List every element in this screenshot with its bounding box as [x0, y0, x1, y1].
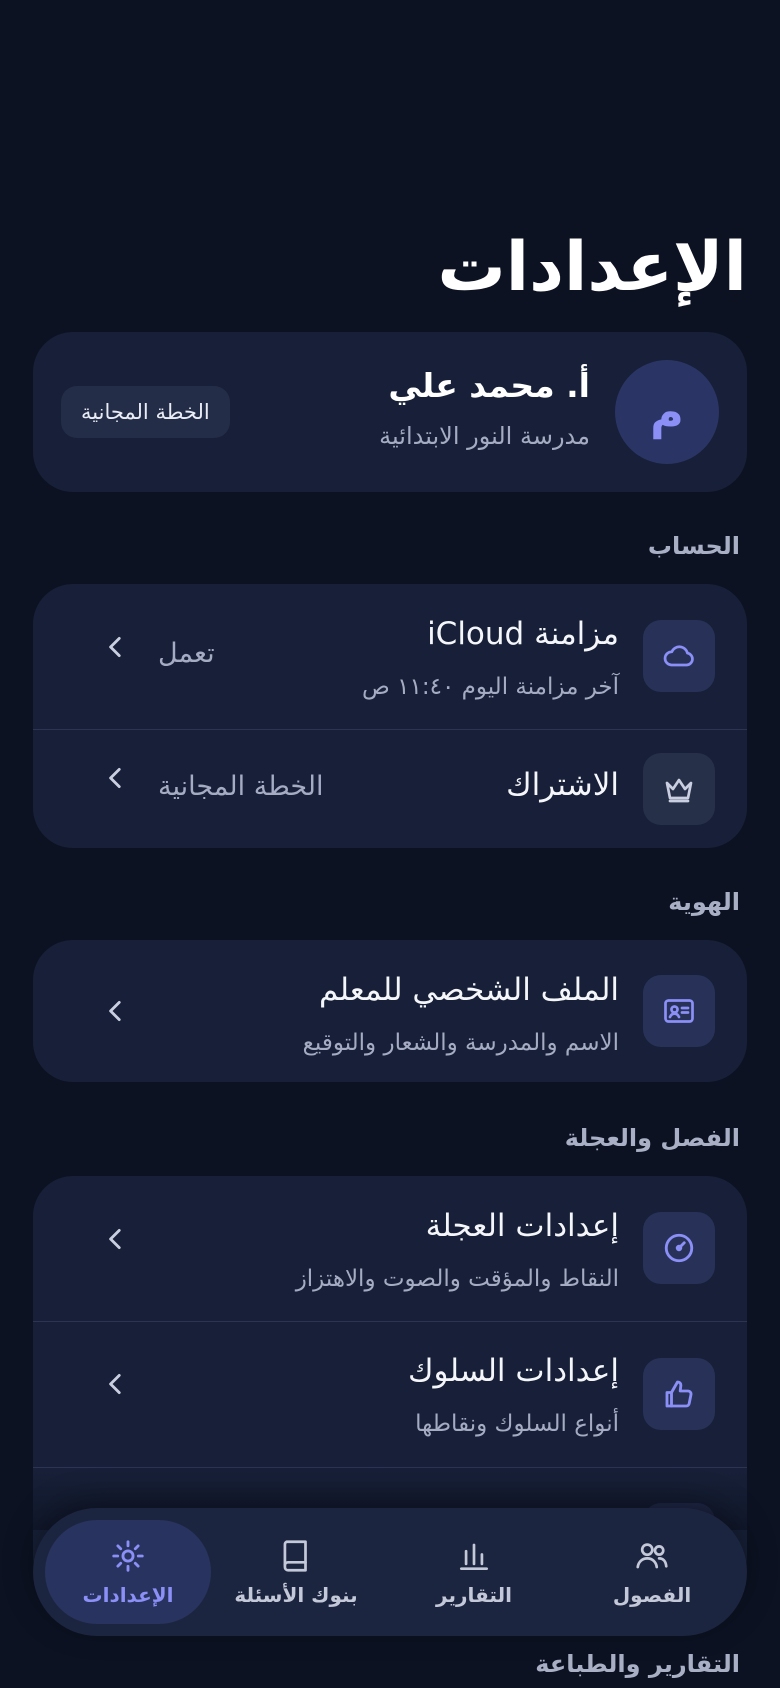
settings-row-icloud-sync[interactable]: مزامنة iCloud آخر مزامنة اليوم ١١:٤٠ ص ت… — [33, 584, 747, 729]
chevron-left-icon — [109, 1373, 121, 1395]
settings-row-teacher-profile[interactable]: الملف الشخصي للمعلم الاسم والمدرسة والشع… — [33, 940, 747, 1082]
row-subtitle: الاسم والمدرسة والشعار والتوقيع — [302, 1030, 619, 1056]
bar-chart-icon — [459, 1543, 489, 1571]
row-subtitle: أنواع السلوك ونقاطها — [415, 1411, 619, 1437]
settings-screen: الإعدادات م أ. محمد علي مدرسة النور الاب… — [0, 0, 780, 1688]
profile-school: مدرسة النور الابتدائية — [379, 422, 590, 450]
book-icon — [283, 1540, 307, 1572]
settings-row-wheel[interactable]: إعدادات العجلة النقاط والمؤقت والصوت وال… — [33, 1176, 747, 1321]
chevron-left-icon — [109, 1000, 121, 1022]
chevron-left-icon — [109, 1228, 121, 1250]
row-title: مزامنة iCloud — [427, 616, 619, 652]
row-title: الملف الشخصي للمعلم — [319, 972, 619, 1008]
tab-question-banks[interactable]: بنوك الأسئلة — [213, 1520, 379, 1624]
row-subtitle: آخر مزامنة اليوم ١١:٤٠ ص — [362, 674, 619, 700]
tab-label: الإعدادات — [82, 1583, 174, 1607]
tab-settings[interactable]: الإعدادات — [45, 1520, 211, 1624]
identity-card: الملف الشخصي للمعلم الاسم والمدرسة والشع… — [33, 940, 747, 1082]
page-title: الإعدادات — [437, 228, 747, 307]
chevron-left-icon — [109, 767, 121, 789]
row-title: إعدادات العجلة — [425, 1208, 619, 1244]
bottom-tab-bar: الفصول التقارير بنوك الأسئلة الإعدادات — [33, 1508, 747, 1636]
row-subtitle: النقاط والمؤقت والصوت والاهتزاز — [295, 1266, 619, 1292]
id-card-icon — [643, 975, 715, 1047]
users-icon — [636, 1543, 668, 1569]
settings-row-behavior[interactable]: إعدادات السلوك أنواع السلوك ونقاطها — [33, 1321, 747, 1467]
row-value: الخطة المجانية — [158, 771, 324, 802]
profile-card[interactable]: م أ. محمد علي مدرسة النور الابتدائية الخ… — [33, 332, 747, 492]
section-label-account: الحساب — [647, 532, 740, 560]
section-label-class-wheel: الفصل والعجلة — [564, 1124, 740, 1152]
section-label-identity: الهوية — [668, 888, 740, 916]
tab-classes[interactable]: الفصول — [569, 1520, 735, 1624]
cloud-icon — [643, 620, 715, 692]
crown-icon — [643, 753, 715, 825]
chevron-left-icon — [109, 636, 121, 658]
account-card: مزامنة iCloud آخر مزامنة اليوم ١١:٤٠ ص ت… — [33, 584, 747, 848]
tab-label: بنوك الأسئلة — [234, 1583, 358, 1607]
profile-name: أ. محمد علي — [388, 366, 590, 405]
plan-badge: الخطة المجانية — [61, 386, 230, 438]
tab-label: التقارير — [436, 1583, 512, 1607]
row-value: تعمل — [158, 638, 215, 669]
tab-reports[interactable]: التقارير — [391, 1520, 557, 1624]
row-title: إعدادات السلوك — [408, 1353, 619, 1389]
section-label-reports-printing: التقارير والطباعة — [535, 1650, 740, 1678]
gauge-icon — [643, 1212, 715, 1284]
avatar: م — [615, 360, 719, 464]
tab-label: الفصول — [612, 1583, 692, 1607]
row-title: الاشتراك — [506, 767, 619, 803]
settings-row-subscription[interactable]: الاشتراك الخطة المجانية — [33, 729, 747, 848]
gear-icon — [112, 1540, 144, 1572]
thumbs-up-icon — [643, 1358, 715, 1430]
